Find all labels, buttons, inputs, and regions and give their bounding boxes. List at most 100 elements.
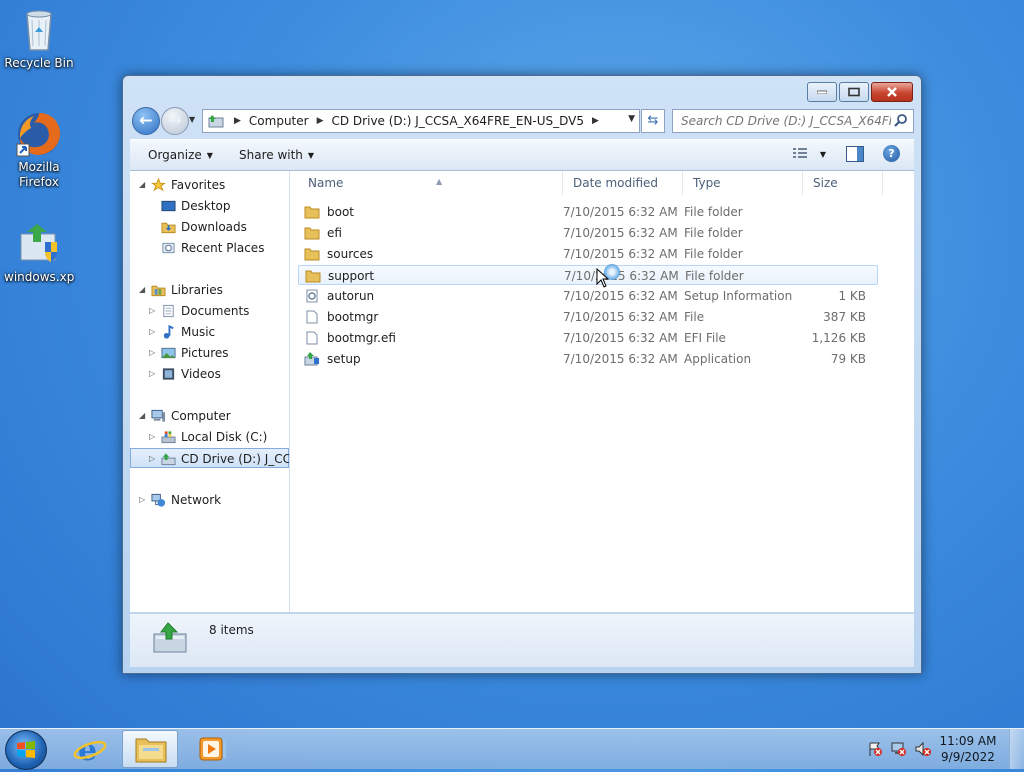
file-icon bbox=[306, 331, 318, 345]
desktop-icon-windows-xp[interactable]: windows.xp bbox=[4, 220, 74, 285]
close-button[interactable] bbox=[871, 82, 913, 102]
desktop-icon-recycle-bin[interactable]: Recycle Bin bbox=[4, 6, 74, 71]
recent-pages-dropdown[interactable]: ▼ bbox=[189, 115, 197, 124]
nav-label: Recent Places bbox=[181, 241, 265, 255]
taskbar-media-player[interactable] bbox=[184, 730, 240, 768]
minimize-button[interactable] bbox=[807, 82, 837, 102]
volume-muted-icon[interactable] bbox=[915, 741, 931, 757]
nav-computer[interactable]: ◢ Computer bbox=[130, 406, 289, 426]
file-row[interactable]: efi 7/10/2015 6:32 AM File folder bbox=[298, 223, 878, 243]
expand-icon[interactable]: ▷ bbox=[149, 449, 155, 469]
nav-music[interactable]: ▷ Music bbox=[130, 322, 289, 342]
refresh-button[interactable]: ⇆ bbox=[641, 109, 665, 133]
file-row[interactable]: bootmgr 7/10/2015 6:32 AM File 387 KB bbox=[298, 307, 878, 327]
nav-recent-places[interactable]: Recent Places bbox=[130, 238, 289, 258]
taskbar-windows-explorer[interactable] bbox=[122, 730, 178, 768]
videos-icon bbox=[162, 368, 175, 380]
forward-button[interactable]: → bbox=[161, 107, 189, 135]
file-name: bootmgr bbox=[327, 310, 379, 324]
file-row[interactable]: setup 7/10/2015 6:32 AM Application 79 K… bbox=[298, 349, 878, 369]
details-pane: 8 items bbox=[130, 613, 914, 667]
breadcrumb-separator[interactable]: ▶ bbox=[588, 116, 603, 126]
file-row[interactable]: bootmgr.efi 7/10/2015 6:32 AM EFI File 1… bbox=[298, 328, 878, 348]
nav-favorites[interactable]: ◢ Favorites bbox=[130, 175, 289, 195]
settings-file-icon bbox=[306, 289, 318, 303]
file-row[interactable]: boot 7/10/2015 6:32 AM File folder bbox=[298, 202, 878, 222]
address-history-dropdown[interactable]: ▼ bbox=[628, 114, 635, 124]
command-bar: Organize ▼ Share with ▼ ▼ ? bbox=[130, 139, 914, 171]
expand-icon[interactable]: ▷ bbox=[149, 322, 155, 342]
breadcrumb-separator[interactable]: ▶ bbox=[230, 116, 245, 126]
breadcrumb-computer[interactable]: Computer bbox=[245, 114, 313, 128]
windows-explorer-icon bbox=[135, 738, 167, 763]
expand-icon[interactable]: ▷ bbox=[139, 490, 145, 510]
column-header-label: Type bbox=[693, 176, 721, 190]
preview-pane-button[interactable] bbox=[846, 146, 864, 162]
nav-desktop[interactable]: Desktop bbox=[130, 196, 289, 216]
expand-icon[interactable]: ▷ bbox=[149, 343, 155, 363]
address-bar[interactable]: ▶ Computer ▶ CD Drive (D:) J_CCSA_X64FRE… bbox=[202, 109, 640, 133]
search-input[interactable] bbox=[679, 110, 893, 132]
file-date: 7/10/2015 6:32 AM bbox=[563, 289, 678, 303]
back-button[interactable]: ← bbox=[132, 107, 160, 135]
column-header-size[interactable]: Size bbox=[803, 171, 883, 195]
taskbar-internet-explorer[interactable]: e bbox=[62, 730, 118, 768]
minimize-icon bbox=[817, 90, 827, 94]
expand-icon[interactable]: ▷ bbox=[149, 364, 155, 384]
nav-network[interactable]: ▷ Network bbox=[130, 490, 289, 510]
file-type: File folder bbox=[684, 205, 743, 219]
collapse-icon[interactable]: ◢ bbox=[139, 175, 145, 195]
folder-icon bbox=[304, 248, 320, 261]
help-button[interactable]: ? bbox=[883, 145, 900, 162]
back-arrow-icon: ← bbox=[139, 110, 153, 130]
nav-local-disk-c[interactable]: ▷ Local Disk (C:) bbox=[130, 427, 289, 447]
navigation-pane: ◢ Favorites Desktop Downloads Recent Pla… bbox=[130, 171, 290, 612]
item-count: 8 items bbox=[209, 623, 254, 637]
navigation-bar: ← → ▼ ▶ Computer ▶ CD Drive (D:) J_CCSA_… bbox=[131, 106, 914, 135]
file-type: File folder bbox=[684, 226, 743, 240]
nav-videos[interactable]: ▷ Videos bbox=[130, 364, 289, 384]
collapse-icon[interactable]: ◢ bbox=[139, 406, 145, 426]
network-disconnected-icon[interactable] bbox=[891, 741, 907, 757]
file-row[interactable]: sources 7/10/2015 6:32 AM File folder bbox=[298, 244, 878, 264]
column-header-type[interactable]: Type bbox=[683, 171, 803, 195]
file-row[interactable]: autorun 7/10/2015 6:32 AM Setup Informat… bbox=[298, 286, 878, 306]
nav-documents[interactable]: ▷ Documents bbox=[130, 301, 289, 321]
nav-pictures[interactable]: ▷ Pictures bbox=[130, 343, 289, 363]
breadcrumb-separator[interactable]: ▶ bbox=[313, 116, 328, 126]
change-view-button[interactable]: ▼ bbox=[792, 147, 826, 162]
nav-downloads[interactable]: Downloads bbox=[130, 217, 289, 237]
share-with-menu[interactable]: Share with ▼ bbox=[239, 148, 314, 162]
file-row[interactable]: support 7/10/2015 6:32 AM File folder bbox=[298, 265, 878, 285]
desktop-folder-icon bbox=[161, 200, 176, 212]
network-icon bbox=[151, 493, 166, 507]
setup-app-icon bbox=[304, 352, 319, 366]
nav-libraries[interactable]: ◢ Libraries bbox=[130, 280, 289, 300]
show-desktop-button[interactable] bbox=[1009, 729, 1024, 769]
column-header-name[interactable]: Name ▲ bbox=[298, 171, 563, 195]
nav-cd-drive[interactable]: ▷ CD Drive (D:) J_CCSA bbox=[130, 448, 289, 468]
taskbar-clock[interactable]: 11:09 AM 9/9/2022 bbox=[938, 733, 998, 765]
internet-explorer-icon: e bbox=[73, 733, 107, 768]
firefox-icon bbox=[16, 113, 61, 157]
organize-menu[interactable]: Organize ▼ bbox=[148, 148, 213, 162]
desktop-icon-label: Recycle Bin bbox=[4, 56, 74, 70]
desktop-icon-firefox[interactable]: Mozilla Firefox bbox=[4, 110, 74, 190]
collapse-icon[interactable]: ◢ bbox=[139, 280, 145, 300]
taskbar: e 11:09 AM 9/9/2022 bbox=[0, 728, 1024, 770]
column-header-label: Date modified bbox=[573, 176, 659, 190]
file-date: 7/10/2015 6:32 AM bbox=[563, 331, 678, 345]
action-center-flag-icon[interactable] bbox=[867, 741, 883, 757]
maximize-button[interactable] bbox=[839, 82, 869, 102]
file-date: 7/10/2015 6:32 AM bbox=[563, 205, 678, 219]
local-disk-icon bbox=[161, 431, 176, 444]
expand-icon[interactable]: ▷ bbox=[149, 301, 155, 321]
search-box[interactable] bbox=[672, 109, 914, 133]
start-button[interactable] bbox=[5, 730, 47, 770]
column-header-date[interactable]: Date modified bbox=[563, 171, 683, 195]
expand-icon[interactable]: ▷ bbox=[149, 427, 155, 447]
file-type: Setup Information bbox=[684, 289, 793, 303]
svg-text:e: e bbox=[78, 733, 97, 768]
clock-date: 9/9/2022 bbox=[941, 750, 995, 764]
breadcrumb-cd-drive[interactable]: CD Drive (D:) J_CCSA_X64FRE_EN-US_DV5 bbox=[328, 114, 589, 128]
